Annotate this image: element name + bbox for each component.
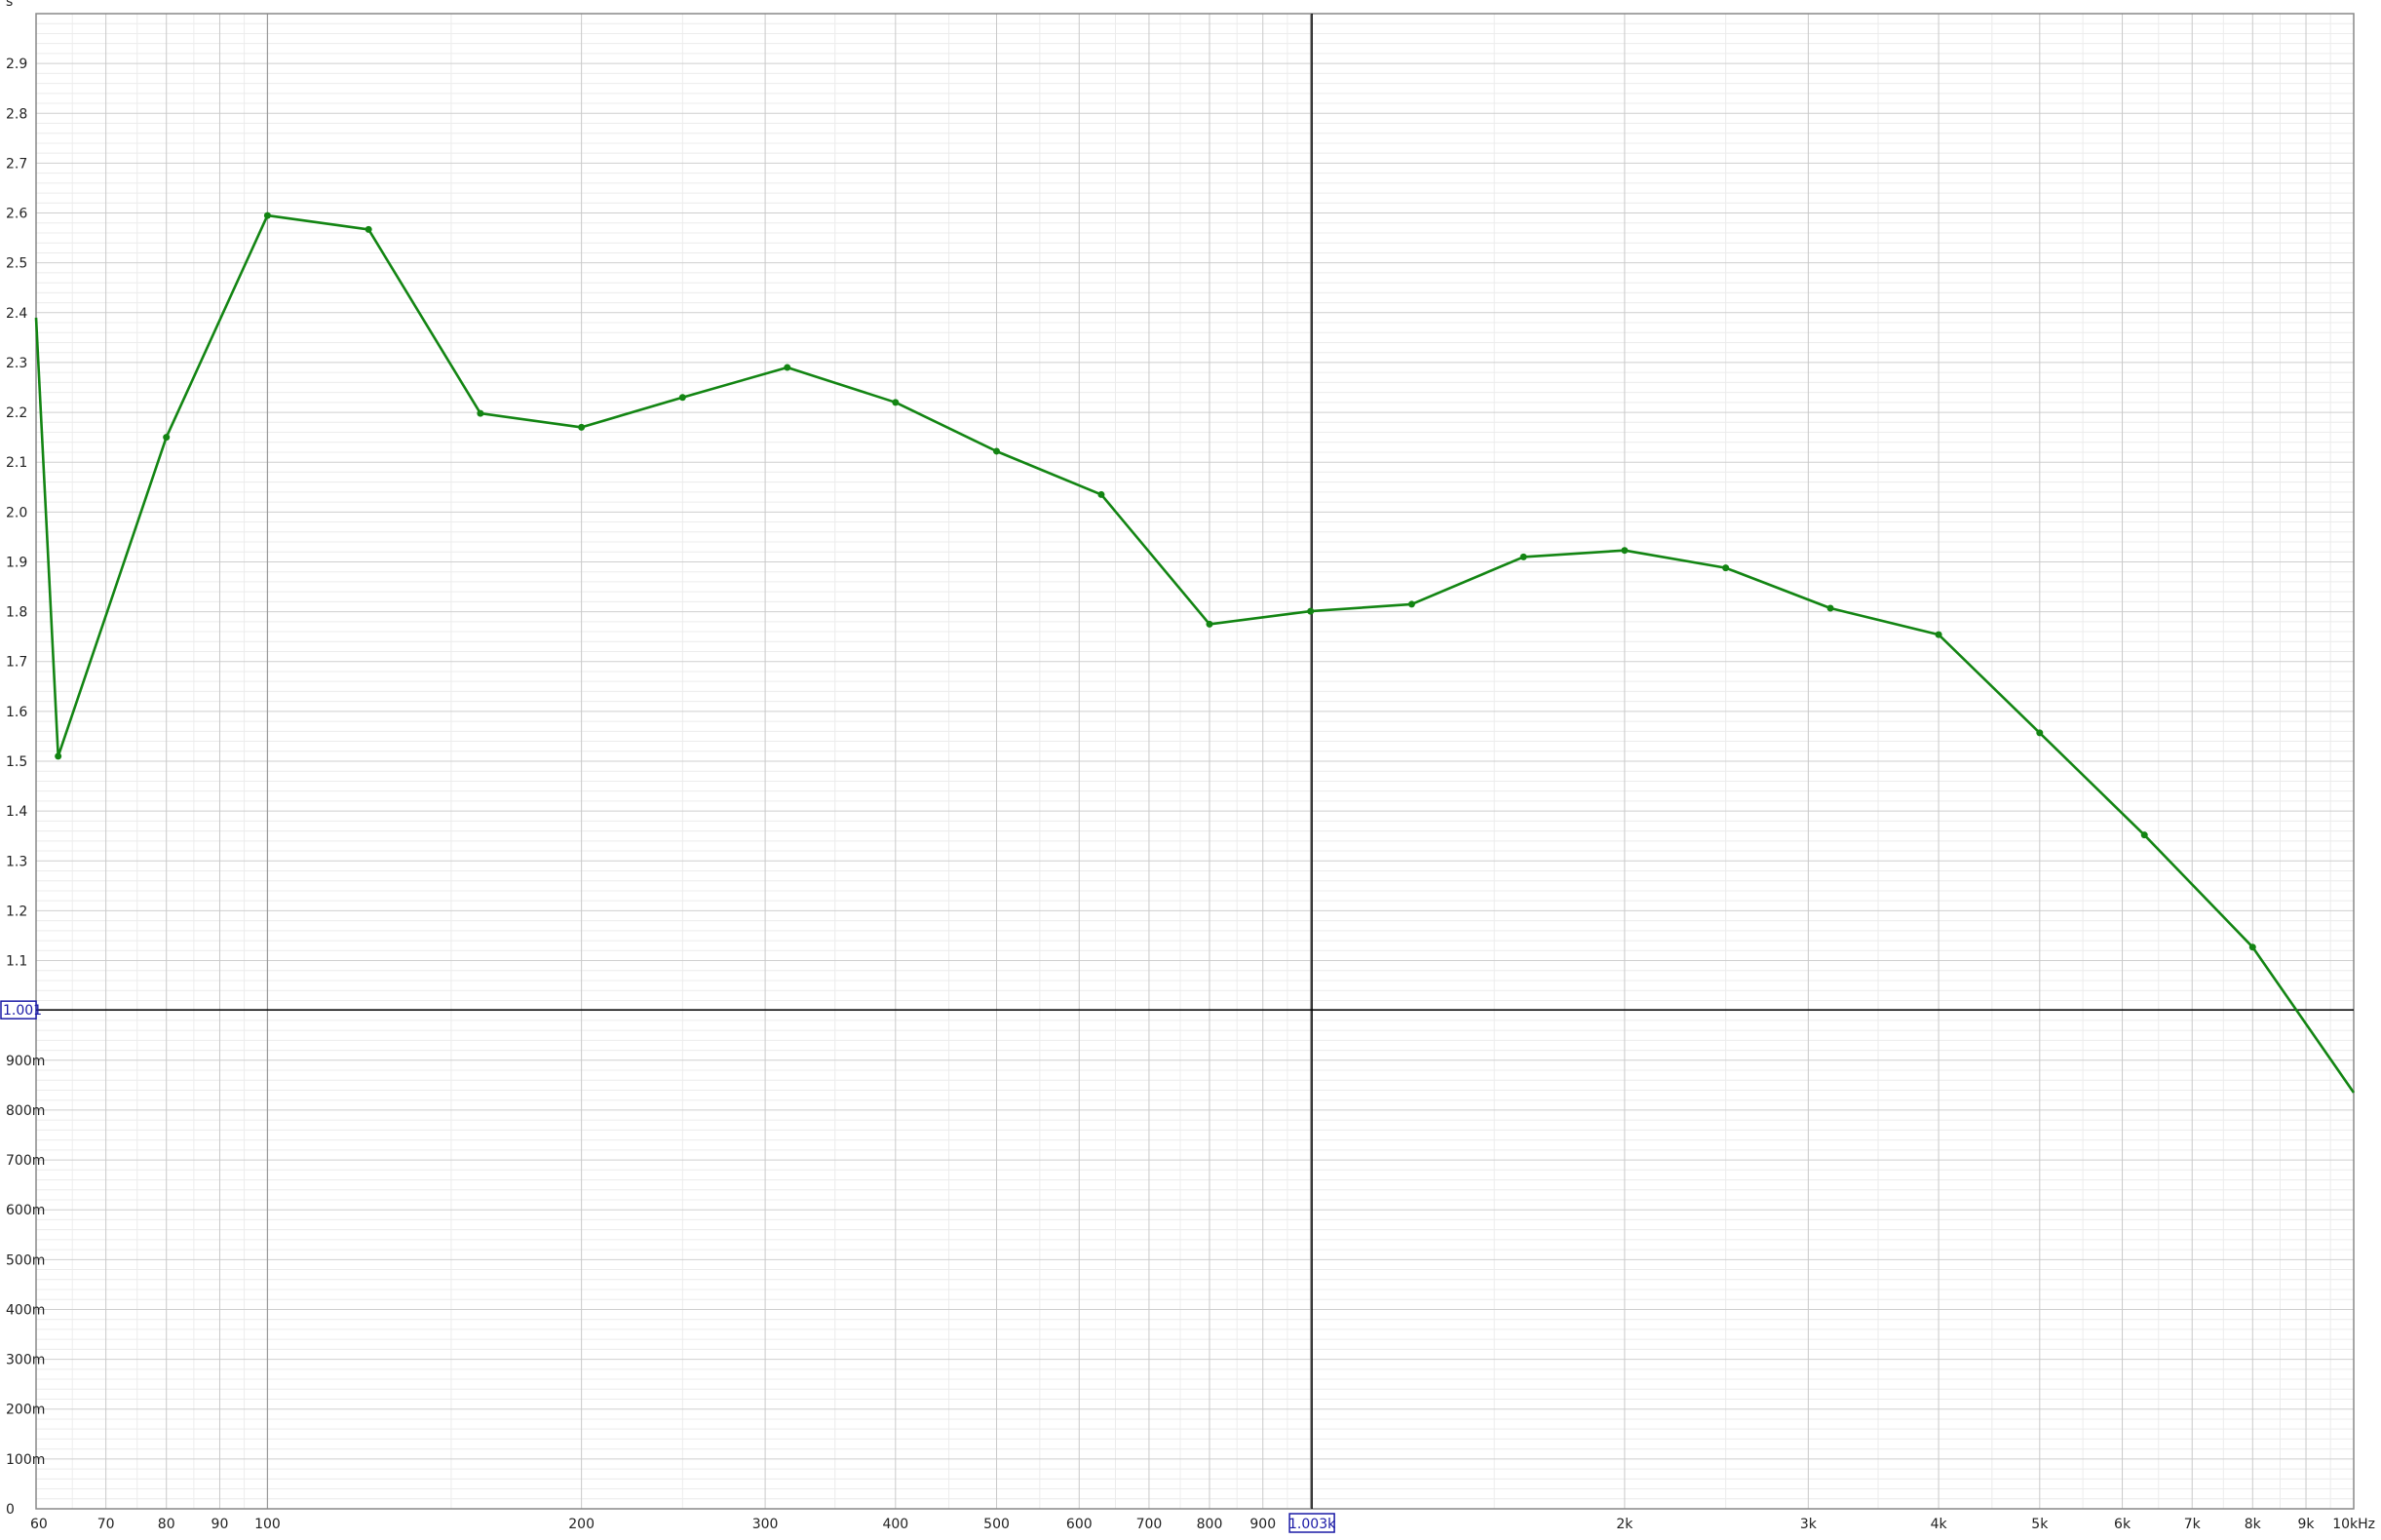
x-tick-label: 2k	[1616, 1517, 1633, 1532]
y-tick-label: 600m	[6, 1203, 45, 1218]
data-point	[2036, 729, 2044, 737]
data-point	[678, 394, 686, 402]
data-point	[1826, 604, 1834, 612]
data-point	[993, 447, 1001, 455]
decay-time-chart: 0 100m 200m 300m 400m 500m 600m 700m 800m 900m 1.1…	[0, 0, 2381, 1540]
y-tick-label: 1.3	[6, 854, 27, 869]
y-tick-label: 700m	[6, 1153, 45, 1169]
x-tick-label: 70	[97, 1517, 115, 1532]
x-tick-label: 900	[1249, 1517, 1276, 1532]
data-point	[892, 399, 900, 406]
data-point	[263, 212, 271, 219]
data-point	[55, 752, 62, 760]
y-tick-label: 1.5	[6, 754, 27, 770]
data-point	[1722, 564, 1730, 572]
y-tick-label: 500m	[6, 1252, 45, 1268]
data-point	[1621, 547, 1629, 555]
data-point	[365, 225, 372, 233]
x-tick-label: 400	[882, 1517, 908, 1532]
data-point	[163, 434, 171, 442]
y-tick-label: 400m	[6, 1302, 45, 1318]
y-tick-label: 2.8	[6, 106, 27, 122]
data-point	[2140, 831, 2148, 839]
y-tick-label: 2.6	[6, 207, 27, 222]
y-tick-label: 1.4	[6, 804, 27, 820]
data-point	[784, 364, 791, 371]
data-point	[1307, 607, 1315, 615]
y-tick-label: 1.6	[6, 705, 27, 720]
y-tick-label: 1.1	[6, 954, 27, 970]
y-tick-label: 200m	[6, 1403, 45, 1418]
data-point	[1935, 631, 1942, 638]
x-tick-label: 6k	[2114, 1517, 2131, 1532]
y-tick-label: 1.9	[6, 555, 27, 570]
x-tick-label: 300	[752, 1517, 779, 1532]
data-point	[1206, 620, 1213, 628]
x-tick-label: 4k	[1931, 1517, 1948, 1532]
x-tick-label: 700	[1136, 1517, 1163, 1532]
cursor-y-readout: 1.001	[3, 1003, 42, 1019]
y-tick-label: 1.7	[6, 655, 27, 671]
x-tick-label: 3k	[1800, 1517, 1818, 1532]
y-tick-label: 0	[6, 1502, 15, 1518]
y-tick-label: 1.2	[6, 904, 27, 919]
y-tick-label: 2.3	[6, 356, 27, 371]
y-tick-label: 2.9	[6, 57, 27, 72]
x-tick-label: 500	[983, 1517, 1010, 1532]
data-point	[2248, 943, 2256, 951]
y-tick-label: 2.4	[6, 306, 27, 322]
y-tick-label: 900m	[6, 1054, 45, 1069]
x-tick-label: 90	[211, 1517, 229, 1532]
y-tick-label: 100m	[6, 1452, 45, 1468]
y-tick-label: 800m	[6, 1103, 45, 1119]
x-tick-label: 7k	[2184, 1517, 2202, 1532]
x-tick-label: 800	[1197, 1517, 1223, 1532]
data-point	[1519, 553, 1527, 560]
y-tick-label: 1.8	[6, 605, 27, 621]
data-point	[1407, 600, 1415, 608]
y-tick-label: 2.7	[6, 156, 27, 172]
data-point	[477, 409, 484, 417]
data-point	[578, 423, 586, 431]
x-tick-label: 100	[254, 1517, 281, 1532]
y-tick-label: 2.5	[6, 256, 27, 272]
y-tick-label: 2.0	[6, 505, 27, 520]
y-tick-label: 2.1	[6, 455, 27, 471]
y-tick-label: 2.2	[6, 405, 27, 421]
x-tick-label: 9k	[2298, 1517, 2316, 1532]
x-tick-label: 8k	[2245, 1517, 2262, 1532]
x-tick-label: 60	[30, 1517, 48, 1532]
x-tick-label: 80	[158, 1517, 175, 1532]
x-tick-label: 5k	[2031, 1517, 2049, 1532]
y-tick-label: 300m	[6, 1353, 45, 1368]
x-tick-label: 600	[1066, 1517, 1093, 1532]
x-tick-label: 10kHz	[2332, 1517, 2375, 1532]
data-point	[1097, 490, 1105, 498]
cursor-x-readout: 1.003k	[1288, 1517, 1336, 1532]
x-tick-label: 200	[568, 1517, 595, 1532]
y-tick-label: s	[6, 0, 13, 10]
